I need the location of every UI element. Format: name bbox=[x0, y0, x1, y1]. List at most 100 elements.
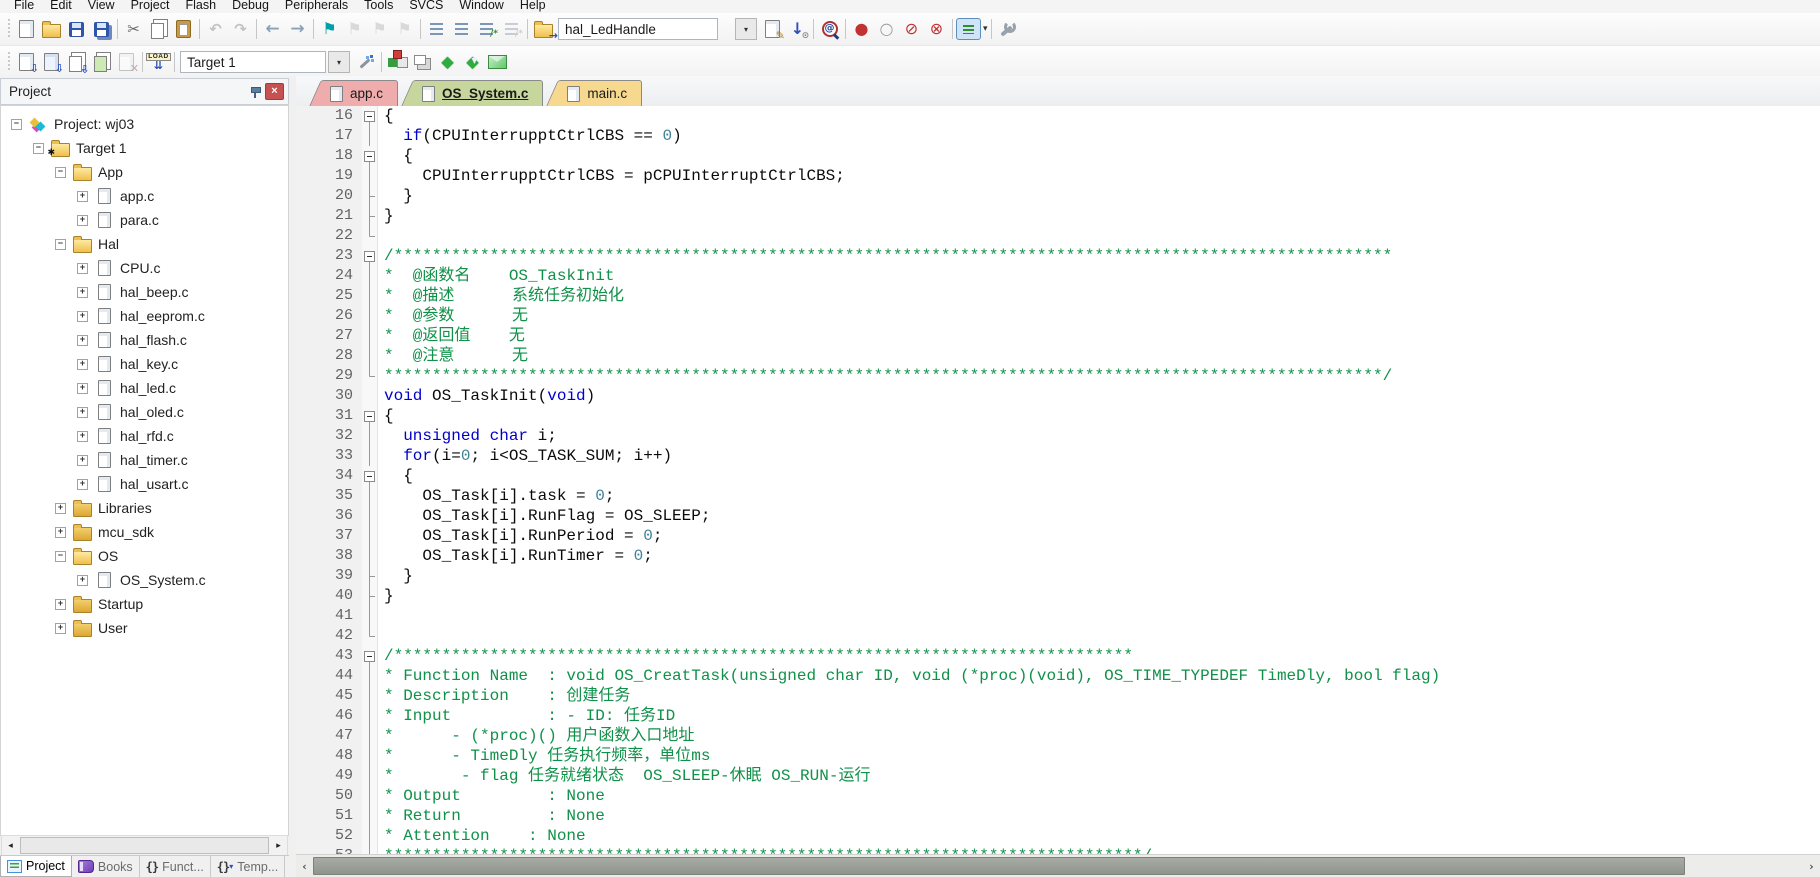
view-tab-books[interactable]: Books bbox=[72, 856, 140, 877]
expand-expander-icon[interactable]: + bbox=[77, 430, 88, 442]
collapse-expander-icon[interactable]: − bbox=[33, 142, 44, 154]
enable-breakpoint-button[interactable]: ○ bbox=[874, 16, 899, 42]
translate-button[interactable]: ⇩ bbox=[14, 49, 39, 75]
copy-button[interactable] bbox=[146, 16, 171, 42]
expand-expander-icon[interactable]: + bbox=[55, 502, 66, 514]
pin-icon[interactable] bbox=[249, 86, 261, 98]
menu-project[interactable]: Project bbox=[123, 0, 178, 13]
redo-button[interactable]: ↷ bbox=[228, 16, 253, 42]
expand-expander-icon[interactable]: + bbox=[77, 382, 88, 394]
scroll-right-arrow-icon[interactable]: › bbox=[1803, 858, 1820, 875]
menu-svcs[interactable]: SVCS bbox=[401, 0, 451, 13]
bookmark-toggle-button[interactable]: ⚑ bbox=[317, 16, 342, 42]
rebuild-button[interactable]: ⇩ bbox=[64, 49, 90, 76]
combo-dropdown-arrow-icon[interactable]: ▾ bbox=[328, 51, 350, 73]
target-select-combobox[interactable]: Target 1 bbox=[180, 51, 326, 73]
tree-item-libraries[interactable]: + Libraries bbox=[1, 496, 288, 520]
insert-breakpoint-button[interactable]: ● bbox=[849, 16, 874, 42]
scroll-left-arrow-icon[interactable]: ◂ bbox=[2, 837, 19, 854]
options-for-target-button[interactable] bbox=[353, 49, 378, 75]
tree-item-hal[interactable]: − Hal bbox=[1, 232, 288, 256]
fold-collapse-icon[interactable] bbox=[362, 466, 378, 486]
find-button[interactable] bbox=[817, 16, 842, 42]
file-extensions-button[interactable]: ◆ bbox=[435, 49, 460, 75]
tree-item-hal-led-c[interactable]: + hal_led.c bbox=[1, 376, 288, 400]
find-in-files-button[interactable]: ✎ bbox=[760, 16, 785, 42]
fold-collapse-icon[interactable] bbox=[362, 406, 378, 426]
tree-item-user[interactable]: + User bbox=[1, 616, 288, 640]
editor-tab-app-c[interactable]: app.c bbox=[324, 80, 399, 106]
outdent-button[interactable] bbox=[449, 16, 474, 42]
expand-expander-icon[interactable]: + bbox=[77, 406, 88, 418]
select-folder-objects-button[interactable]: ◆ ▼ bbox=[460, 49, 485, 75]
expand-expander-icon[interactable]: + bbox=[77, 262, 88, 274]
expand-expander-icon[interactable]: + bbox=[77, 310, 88, 322]
menu-view[interactable]: View bbox=[80, 0, 123, 13]
fold-collapse-icon[interactable] bbox=[362, 146, 378, 166]
tree-item-hal-eeprom-c[interactable]: + hal_eeprom.c bbox=[1, 304, 288, 328]
collapse-expander-icon[interactable]: − bbox=[11, 118, 22, 130]
menu-help[interactable]: Help bbox=[512, 0, 554, 13]
view-tab-project[interactable]: Project bbox=[0, 856, 72, 877]
find-in-scope-button[interactable]: → bbox=[531, 16, 558, 42]
menu-edit[interactable]: Edit bbox=[42, 0, 80, 13]
expand-expander-icon[interactable]: + bbox=[55, 622, 66, 634]
paste-button[interactable] bbox=[171, 16, 196, 42]
expand-expander-icon[interactable]: + bbox=[77, 454, 88, 466]
toolbar-grip[interactable] bbox=[6, 52, 11, 72]
tree-item-hal-rfd-c[interactable]: + hal_rfd.c bbox=[1, 424, 288, 448]
configure-button[interactable] bbox=[995, 16, 1020, 42]
disable-all-breakpoints-button[interactable]: ⊘ bbox=[899, 16, 924, 42]
tree-item-app[interactable]: − App bbox=[1, 160, 288, 184]
scroll-left-arrow-icon[interactable]: ‹ bbox=[296, 858, 313, 875]
editor-tab-main-c[interactable]: main.c bbox=[561, 80, 643, 106]
batch-build-button[interactable] bbox=[89, 49, 114, 75]
code-editor[interactable]: 16{17 if(CPUInterrupptCtrlCBS == 0) 18 {1… bbox=[296, 106, 1820, 855]
combo-dropdown-arrow-icon[interactable]: ▾ bbox=[735, 18, 757, 40]
expand-expander-icon[interactable]: + bbox=[55, 598, 66, 610]
expand-expander-icon[interactable]: + bbox=[77, 214, 88, 226]
expand-expander-icon[interactable]: + bbox=[55, 526, 66, 538]
tree-item-app-c[interactable]: + app.c bbox=[1, 184, 288, 208]
search-term-combobox[interactable]: hal_LedHandle bbox=[558, 18, 718, 40]
menu-tools[interactable]: Tools bbox=[356, 0, 401, 13]
kill-all-breakpoints-button[interactable]: ⊗ bbox=[924, 16, 949, 42]
expand-expander-icon[interactable]: + bbox=[77, 358, 88, 370]
bookmark-clear-all-button[interactable]: ⚑ bbox=[392, 16, 417, 42]
tree-item-os[interactable]: − OS bbox=[1, 544, 288, 568]
tree-item-cpu-c[interactable]: + CPU.c bbox=[1, 256, 288, 280]
expand-expander-icon[interactable]: + bbox=[77, 190, 88, 202]
tree-item-hal-flash-c[interactable]: + hal_flash.c bbox=[1, 328, 288, 352]
tree-item-hal-timer-c[interactable]: + hal_timer.c bbox=[1, 448, 288, 472]
menu-file[interactable]: File bbox=[6, 0, 42, 13]
menu-debug[interactable]: Debug bbox=[224, 0, 277, 13]
tree-item-hal-oled-c[interactable]: + hal_oled.c bbox=[1, 400, 288, 424]
panel-splitter[interactable] bbox=[289, 76, 296, 877]
indent-button[interactable] bbox=[424, 16, 449, 42]
collapse-expander-icon[interactable]: − bbox=[55, 166, 66, 178]
pack-installer-button[interactable] bbox=[485, 49, 510, 75]
new-file-button[interactable] bbox=[14, 16, 39, 42]
expand-expander-icon[interactable]: + bbox=[77, 286, 88, 298]
scroll-right-arrow-icon[interactable]: ▸ bbox=[270, 837, 287, 854]
tree-item-para-c[interactable]: + para.c bbox=[1, 208, 288, 232]
editor-tab-os-system-c[interactable]: OS_System.c bbox=[416, 80, 544, 106]
menu-peripherals[interactable]: Peripherals bbox=[277, 0, 356, 13]
bookmark-prev-button[interactable]: ⚑ bbox=[342, 16, 367, 42]
toolbar-grip[interactable] bbox=[6, 19, 11, 39]
cut-button[interactable]: ✂ bbox=[121, 16, 146, 42]
expand-expander-icon[interactable]: + bbox=[77, 574, 88, 586]
incremental-find-button[interactable]: ↓ ⊙ bbox=[785, 16, 810, 42]
expand-expander-icon[interactable]: + bbox=[77, 478, 88, 490]
fold-collapse-icon[interactable] bbox=[362, 646, 378, 666]
open-file-button[interactable] bbox=[39, 16, 64, 42]
nav-back-button[interactable]: ← bbox=[260, 16, 285, 42]
window-list-button[interactable]: ▾ bbox=[956, 16, 988, 42]
uncomment-selection-button[interactable]: /* bbox=[499, 16, 524, 42]
fold-collapse-icon[interactable] bbox=[362, 106, 378, 126]
stop-build-button[interactable]: ✕ bbox=[114, 49, 139, 75]
build-button[interactable]: ⇩ bbox=[39, 49, 64, 75]
manage-rte-button[interactable] bbox=[385, 49, 410, 75]
collapse-expander-icon[interactable]: − bbox=[55, 238, 66, 250]
comment-selection-button[interactable]: /* bbox=[474, 16, 499, 42]
